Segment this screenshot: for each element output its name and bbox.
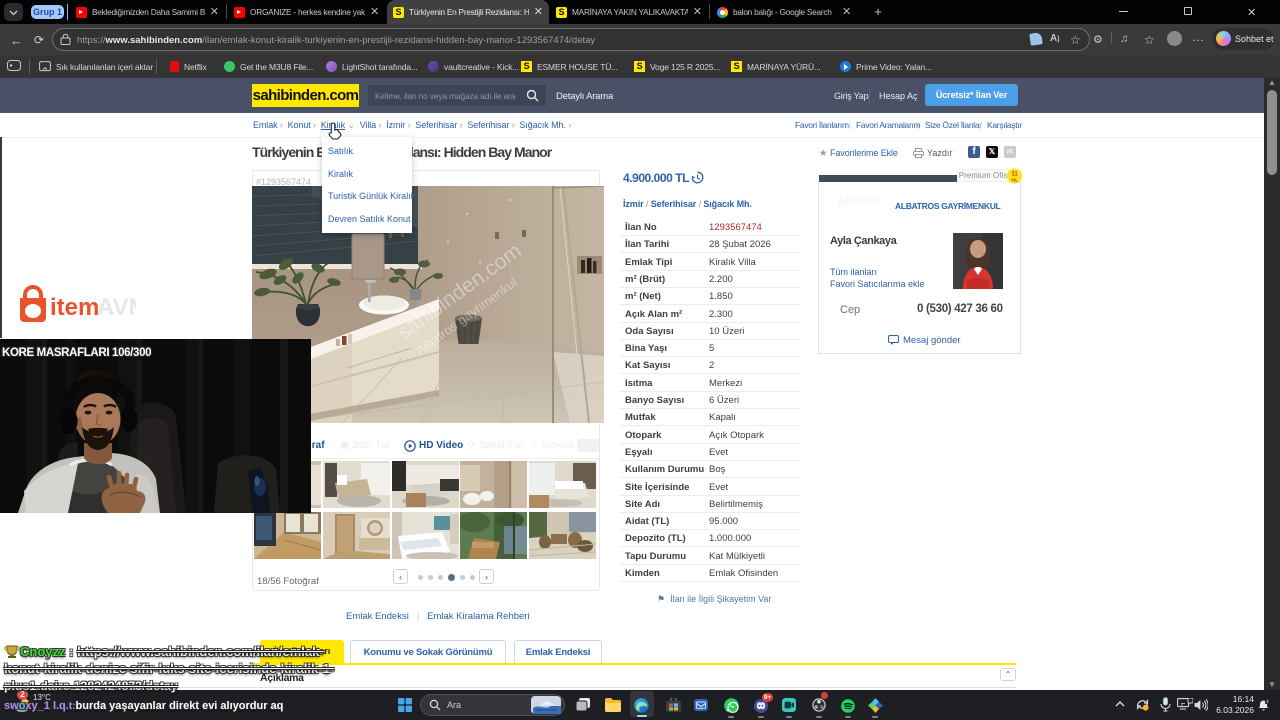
svg-text:AVM: AVM — [97, 294, 136, 321]
svg-text:YIL: YIL — [1011, 178, 1018, 183]
svg-text:item: item — [50, 294, 99, 321]
svg-text:11: 11 — [1011, 172, 1018, 178]
